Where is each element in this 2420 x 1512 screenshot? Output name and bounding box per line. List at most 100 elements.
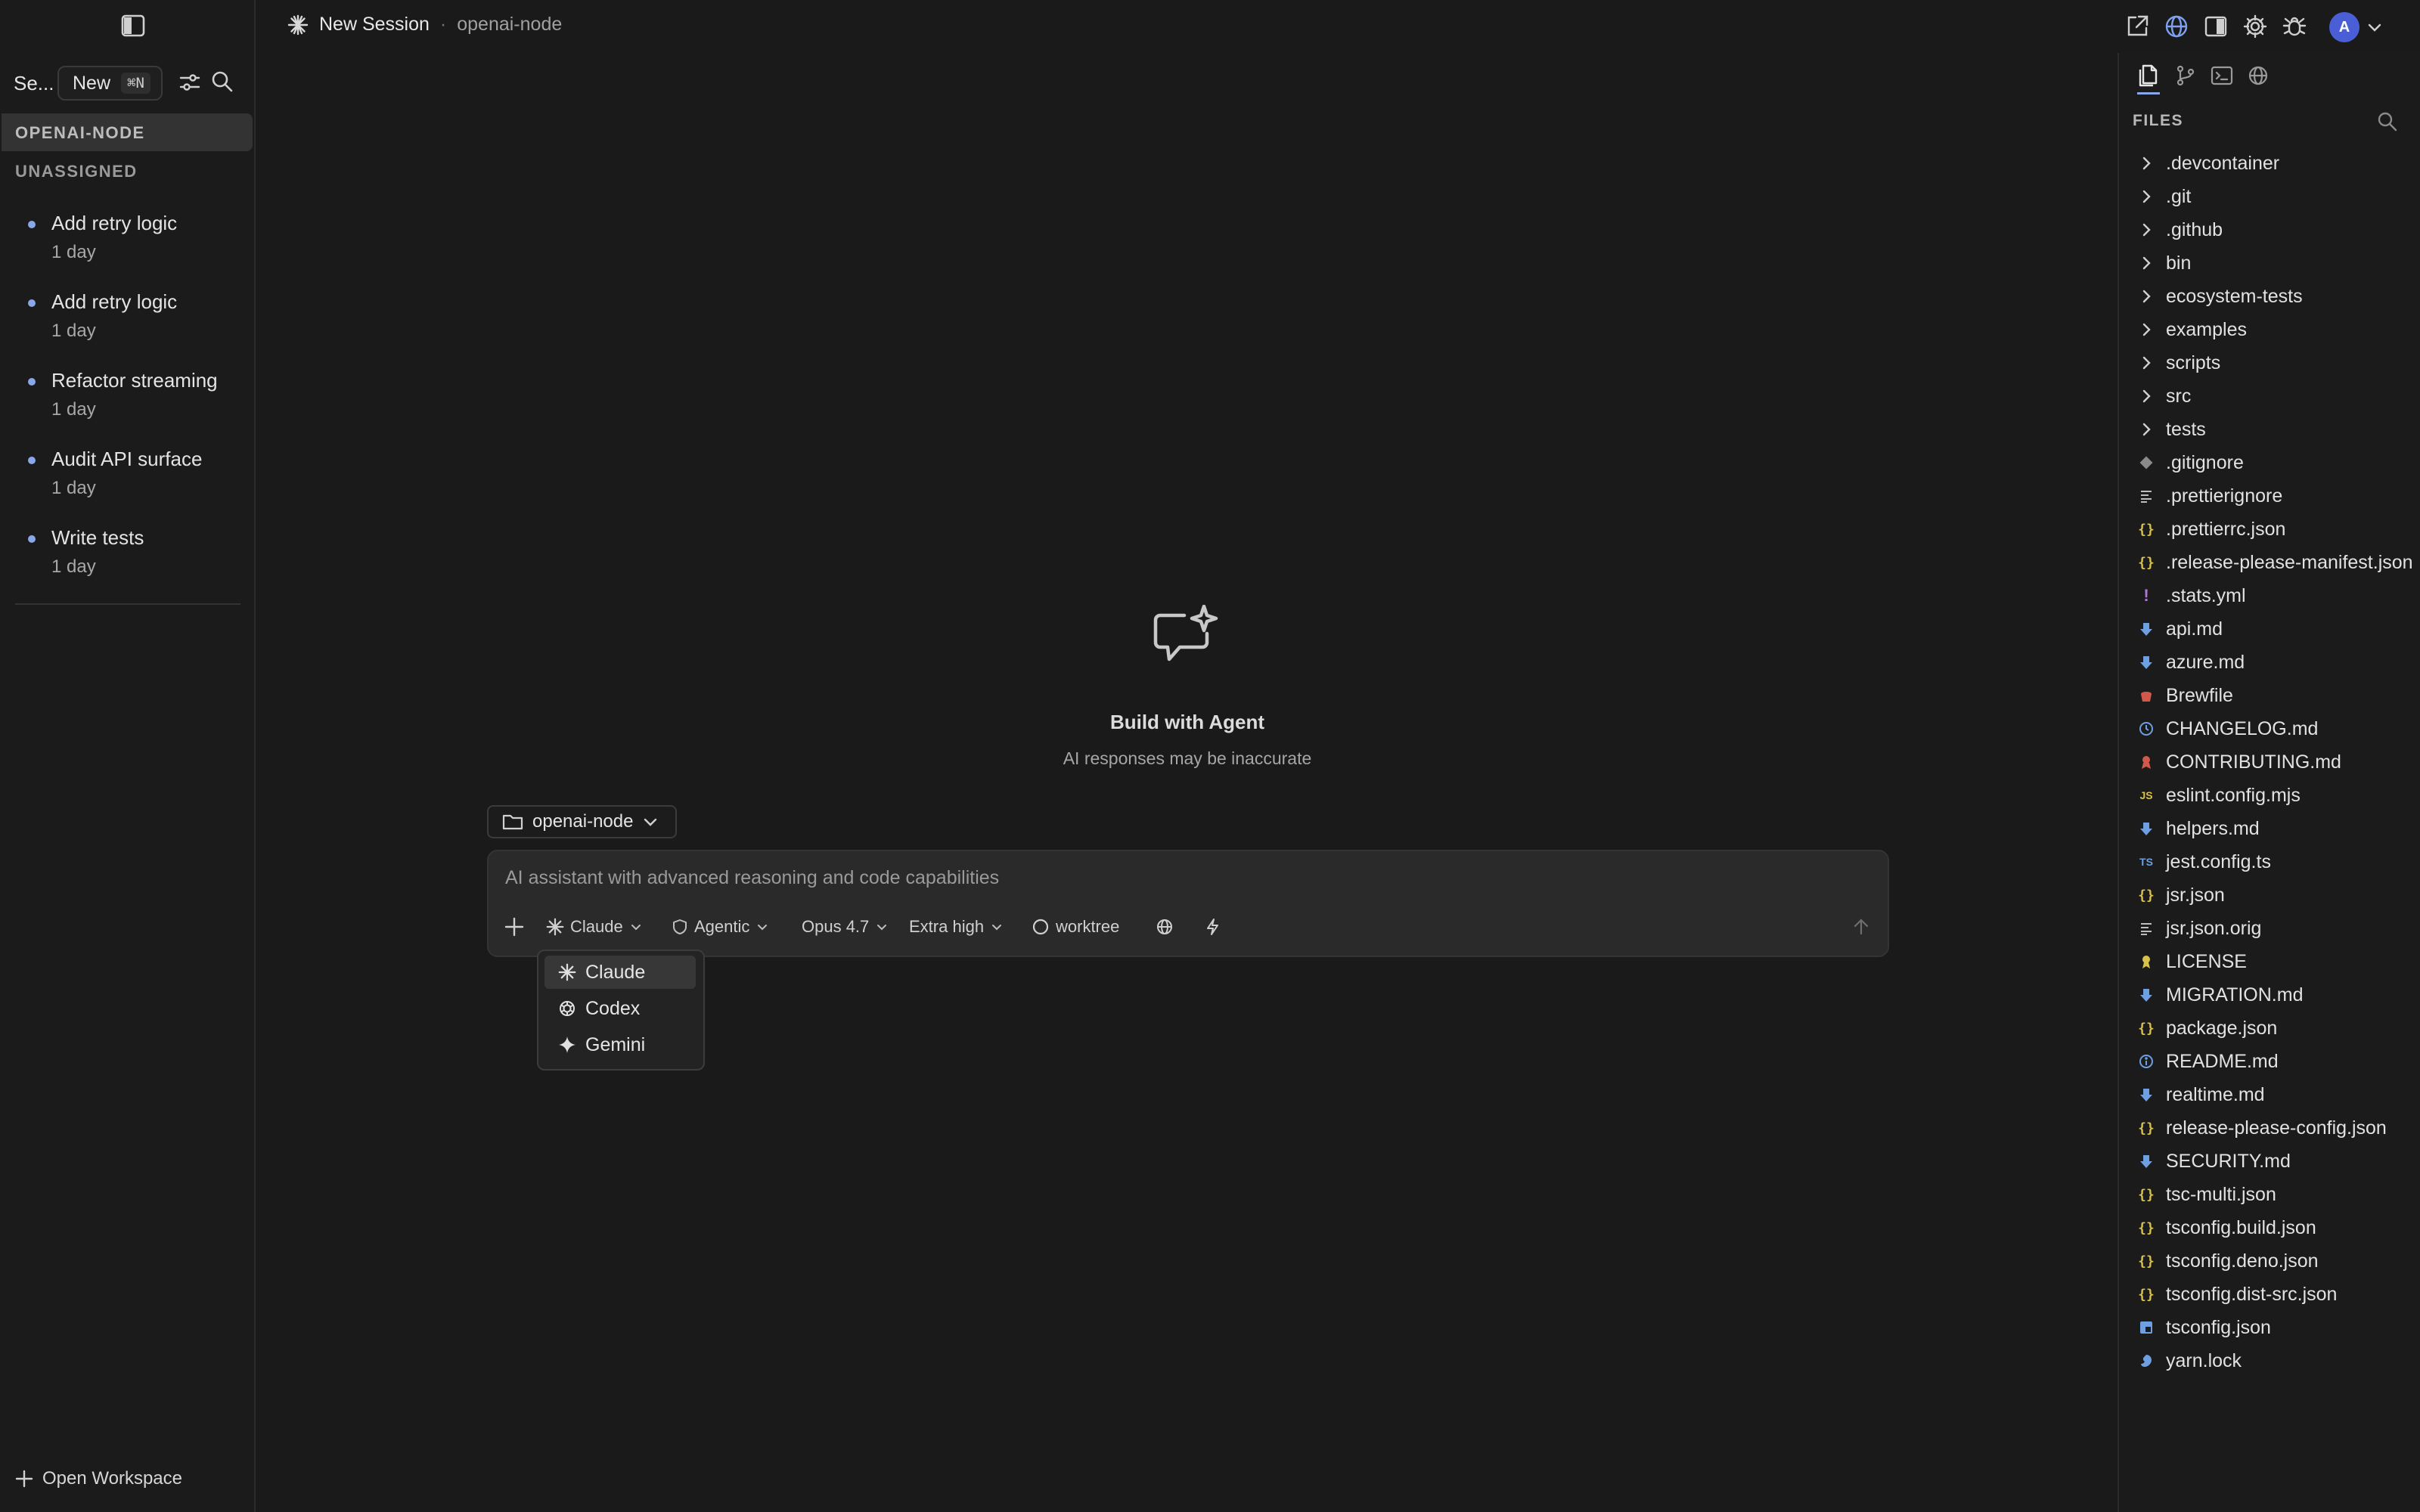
file-row[interactable]: realtime.md [2119, 1078, 2420, 1111]
file-row[interactable]: ! .stats.yml [2119, 579, 2420, 612]
folder-row[interactable]: examples [2119, 313, 2420, 346]
files-tab-icon[interactable] [2137, 64, 2161, 94]
file-row[interactable]: CONTRIBUTING.md [2119, 745, 2420, 779]
breadcrumb-separator: · [439, 14, 447, 35]
folder-row[interactable]: bin [2119, 246, 2420, 280]
session-title: New Session [319, 14, 430, 35]
agent-option-gemini[interactable]: Gemini [544, 1028, 696, 1061]
file-name: .prettierignore [2166, 485, 2283, 507]
session-item[interactable]: Audit API surface 1 day [0, 437, 254, 510]
file-row[interactable]: TS jest.config.ts [2119, 845, 2420, 878]
agent-option-label: Codex [585, 997, 641, 1019]
session-item[interactable]: Add retry logic 1 day [0, 280, 254, 352]
file-row[interactable]: {} jsr.json [2119, 878, 2420, 912]
git-branch-tab-icon[interactable] [2173, 64, 2198, 88]
file-row[interactable]: {} tsconfig.deno.json [2119, 1244, 2420, 1278]
send-button[interactable] [1851, 913, 1871, 940]
web-access-toggle[interactable] [1156, 913, 1174, 940]
file-row[interactable]: {} package.json [2119, 1012, 2420, 1045]
file-row[interactable]: JS eslint.config.mjs [2119, 779, 2420, 812]
effort-selector[interactable]: Extra high [909, 913, 1004, 940]
file-row[interactable]: azure.md [2119, 646, 2420, 679]
file-row[interactable]: Brewfile [2119, 679, 2420, 712]
file-row[interactable]: .gitignore [2119, 446, 2420, 479]
terminal-tab-icon[interactable] [2210, 64, 2234, 88]
folder-row[interactable]: .devcontainer [2119, 147, 2420, 180]
lines-icon [2137, 487, 2155, 505]
file-row[interactable]: {} tsconfig.build.json [2119, 1211, 2420, 1244]
model-selector[interactable]: Opus 4.7 [802, 913, 889, 940]
user-avatar[interactable]: A [2329, 12, 2360, 42]
prompt-input[interactable] [504, 863, 1853, 892]
gemini-star-icon [559, 1036, 576, 1053]
claude-sparkle-icon [287, 14, 309, 35]
folder-row[interactable]: tests [2119, 413, 2420, 446]
markdown-arrow-icon [2137, 1152, 2155, 1170]
file-row[interactable]: SECURITY.md [2119, 1145, 2420, 1178]
file-row[interactable]: LICENSE [2119, 945, 2420, 978]
file-row[interactable]: README.md [2119, 1045, 2420, 1078]
session-item[interactable]: Write tests 1 day [0, 516, 254, 588]
folder-row[interactable]: .github [2119, 213, 2420, 246]
add-attachment-button[interactable] [504, 913, 525, 940]
browser-tab-icon[interactable] [2246, 64, 2270, 88]
file-row[interactable]: MIGRATION.md [2119, 978, 2420, 1012]
gear-icon[interactable] [2242, 13, 2269, 40]
agent-selector[interactable]: Claude [546, 913, 643, 940]
folder-row[interactable]: .git [2119, 180, 2420, 213]
file-row[interactable]: yarn.lock [2119, 1344, 2420, 1377]
new-session-button[interactable]: New ⌘N [57, 66, 163, 101]
session-item[interactable]: Add retry logic 1 day [0, 201, 254, 274]
folder-row[interactable]: scripts [2119, 346, 2420, 380]
file-row[interactable]: helpers.md [2119, 812, 2420, 845]
panel-toggle-icon[interactable] [2202, 13, 2229, 40]
folder-name: scripts [2166, 352, 2221, 373]
braces-icon: {} [2138, 1186, 2155, 1203]
file-row[interactable]: jsr.json.orig [2119, 912, 2420, 945]
files-search-icon[interactable] [2376, 110, 2399, 133]
file-row[interactable]: api.md [2119, 612, 2420, 646]
file-row[interactable]: {} tsc-multi.json [2119, 1178, 2420, 1211]
session-repo[interactable]: openai-node [457, 14, 562, 36]
chevron-down-icon[interactable] [2366, 18, 2384, 36]
group-openai-node[interactable]: OPENAI-NODE [2, 113, 253, 151]
open-workspace-button[interactable]: Open Workspace [15, 1468, 182, 1489]
globe-icon [1157, 919, 1172, 934]
sidebar-toggle-icon[interactable] [119, 14, 147, 38]
file-name: yarn.lock [2166, 1350, 2242, 1371]
braces-icon: {} [2138, 887, 2155, 903]
open-external-icon[interactable] [2124, 13, 2151, 40]
file-row[interactable]: tsconfig.json [2119, 1311, 2420, 1344]
file-row[interactable]: .prettierignore [2119, 479, 2420, 513]
session-item[interactable]: Refactor streaming 1 day [0, 358, 254, 431]
file-name: tsconfig.dist-src.json [2166, 1284, 2338, 1305]
file-row[interactable]: {} release-please-config.json [2119, 1111, 2420, 1145]
quick-action-toggle[interactable] [1204, 913, 1221, 940]
file-name: .prettierrc.json [2166, 519, 2286, 540]
agent-option-claude[interactable]: Claude [544, 956, 696, 989]
agent-option-codex[interactable]: Codex [544, 992, 696, 1025]
file-row[interactable]: {} .release-please-manifest.json [2119, 546, 2420, 579]
bug-icon[interactable] [2281, 13, 2308, 40]
chevron-right-icon [2137, 354, 2155, 372]
open-workspace-label: Open Workspace [42, 1468, 182, 1489]
file-name: tsconfig.deno.json [2166, 1250, 2319, 1272]
globe-icon[interactable] [2163, 13, 2190, 40]
session-status-dot [28, 378, 36, 386]
file-row[interactable]: {} tsconfig.dist-src.json [2119, 1278, 2420, 1311]
filter-sliders-icon[interactable] [178, 71, 201, 94]
files-section-label: FILES [2133, 112, 2184, 129]
circle-icon [1032, 919, 1049, 935]
repo-picker[interactable]: openai-node [487, 805, 678, 838]
brew-icon [2137, 686, 2155, 705]
search-icon[interactable] [210, 70, 234, 94]
mode-selector[interactable]: Agentic [672, 913, 769, 940]
file-row[interactable]: {} .prettierrc.json [2119, 513, 2420, 546]
sidebar-title: Se... [14, 71, 54, 94]
folder-row[interactable]: src [2119, 380, 2420, 413]
folder-row[interactable]: ecosystem-tests [2119, 280, 2420, 313]
file-name: helpers.md [2166, 818, 2260, 839]
worktree-toggle[interactable]: worktree [1032, 913, 1119, 940]
file-name: azure.md [2166, 652, 2245, 673]
file-row[interactable]: CHANGELOG.md [2119, 712, 2420, 745]
